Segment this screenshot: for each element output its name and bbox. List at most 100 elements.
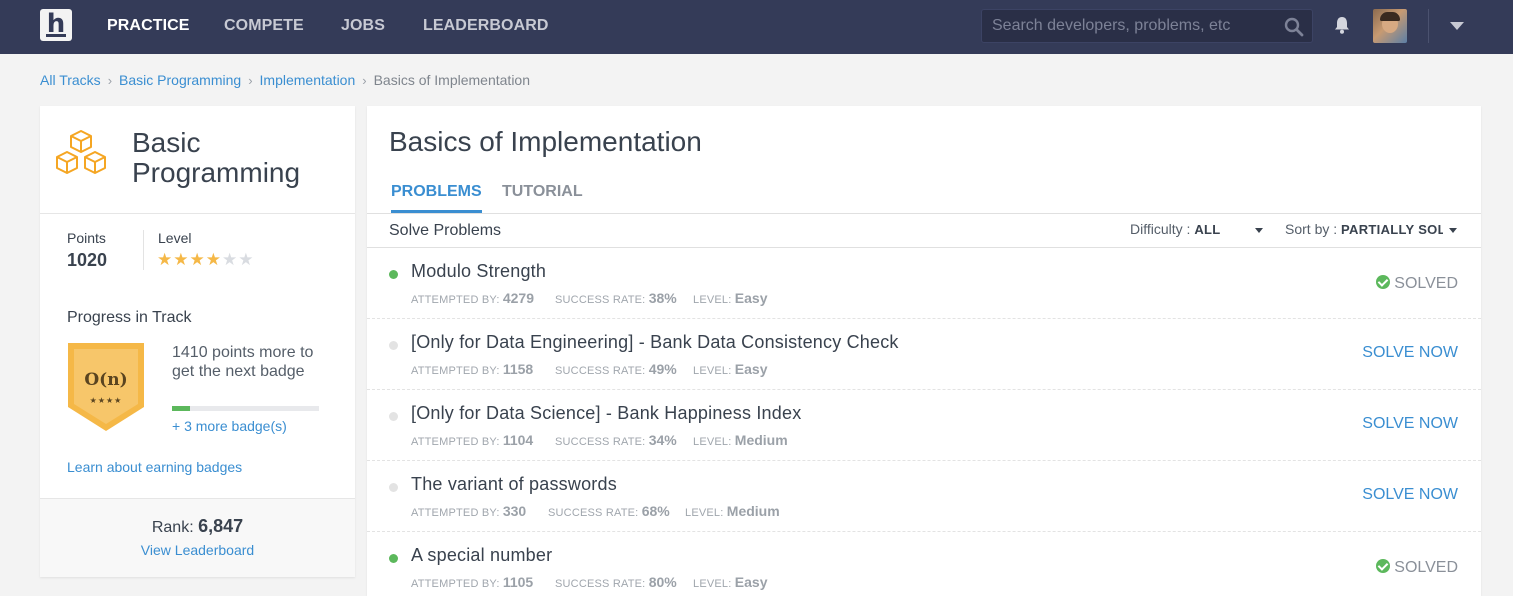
difficulty-level: LEVEL: Easy [693, 361, 767, 377]
star-filled-icon: ★ [205, 250, 222, 269]
difficulty-level-label: LEVEL: [685, 507, 724, 519]
action-label: SOLVED [1394, 559, 1458, 576]
solve-now-button[interactable]: SOLVE NOW [1362, 344, 1458, 362]
breadcrumb-separator: › [248, 73, 253, 88]
problem-name[interactable]: Modulo Strength [411, 261, 546, 282]
success-rate-value: 34% [648, 432, 677, 448]
badge-stars: ★★★★ [90, 396, 123, 405]
success-rate: SUCCESS RATE: 68% [548, 503, 670, 519]
track-card: Basic Programming Points 1020 Level ★★★★… [40, 106, 355, 577]
action-label: SOLVED [1394, 275, 1458, 292]
attempted-by: ATTEMPTED BY: 1105 [411, 574, 533, 590]
hackerearth-logo-icon[interactable]: h [40, 9, 72, 41]
attempted-by-value: 4279 [502, 290, 534, 306]
attempted-by-value: 330 [502, 503, 527, 519]
points-label: Points [67, 230, 106, 246]
attempted-by-label: ATTEMPTED BY: [411, 578, 500, 590]
solved-status: SOLVED [1376, 275, 1458, 293]
avatar[interactable] [1373, 9, 1407, 43]
sort-label: Sort by : [1285, 221, 1338, 237]
badge-icon: O(n) ★★★★ [68, 343, 144, 431]
stat-divider [143, 230, 144, 270]
attempted-by-value: 1104 [502, 432, 534, 448]
difficulty-value: ALL [1194, 222, 1221, 237]
difficulty-level-value: Easy [734, 290, 768, 306]
learn-badges-link[interactable]: Learn about earning badges [67, 459, 242, 475]
search-input[interactable] [992, 10, 1282, 42]
level-stars: ★★★★★★ [157, 250, 255, 270]
search-box [981, 9, 1313, 43]
breadcrumb: All Tracks › Basic Programming › Implementat… [40, 71, 530, 89]
problem-name[interactable]: The variant of passwords [411, 474, 617, 495]
unsolved-status-dot [389, 341, 398, 350]
breadcrumb-implementation[interactable]: Implementation [260, 72, 356, 88]
difficulty-level-label: LEVEL: [693, 365, 732, 377]
success-rate: SUCCESS RATE: 34% [555, 432, 677, 448]
bell-icon[interactable] [1333, 15, 1351, 35]
problem-row[interactable]: [Only for Data Science] - Bank Happiness… [367, 390, 1481, 461]
difficulty-level: LEVEL: Easy [693, 290, 767, 306]
success-rate-value: 38% [648, 290, 677, 306]
solve-problems-label: Solve Problems [389, 222, 502, 239]
sort-chevron-down-icon[interactable] [1449, 228, 1457, 233]
solve-now-button[interactable]: SOLVE NOW [1362, 486, 1458, 504]
nav-divider [1428, 9, 1429, 43]
rank-line: Rank: 6,847 [40, 516, 355, 537]
success-rate-label: SUCCESS RATE: [555, 365, 646, 377]
attempted-by: ATTEMPTED BY: 330 [411, 503, 526, 519]
unsolved-status-dot [389, 412, 398, 421]
difficulty-level-value: Medium [734, 432, 788, 448]
success-rate-label: SUCCESS RATE: [555, 578, 646, 590]
cubes-icon [56, 130, 106, 174]
sort-filter[interactable]: Sort by : PARTIALLY SOLVED [1285, 221, 1443, 237]
nav-practice[interactable]: PRACTICE [107, 0, 190, 54]
sort-value: PARTIALLY SOLVED [1341, 222, 1444, 237]
solve-now-button[interactable]: SOLVE NOW [1362, 415, 1458, 433]
problem-name[interactable]: [Only for Data Science] - Bank Happiness… [411, 403, 801, 424]
difficulty-filter[interactable]: Difficulty : ALL [1130, 221, 1221, 237]
chevron-down-icon[interactable] [1450, 22, 1464, 30]
top-navbar: h PRACTICE COMPETE JOBS LEADERBOARD [0, 0, 1513, 54]
action-label: SOLVE NOW [1362, 486, 1458, 503]
problem-row[interactable]: The variant of passwords ATTEMPTED BY: 33… [367, 461, 1481, 532]
more-badges-link[interactable]: + 3 more badge(s) [172, 418, 287, 434]
difficulty-level: LEVEL: Medium [693, 432, 788, 448]
badge-symbol: O(n) [84, 370, 127, 390]
points-value: 1020 [67, 250, 108, 270]
success-rate: SUCCESS RATE: 80% [555, 574, 677, 590]
problem-name[interactable]: [Only for Data Engineering] - Bank Data … [411, 332, 899, 353]
problems-card: Basics of Implementation PROBLEMS TUTORI… [367, 106, 1481, 596]
attempted-by: ATTEMPTED BY: 1158 [411, 361, 533, 377]
success-rate-value: 68% [641, 503, 670, 519]
breadcrumb-all-tracks[interactable]: All Tracks [40, 72, 101, 88]
rank-label: Rank: [151, 519, 194, 536]
check-circle-icon [1376, 275, 1391, 289]
solved-status: SOLVED [1376, 559, 1458, 577]
action-label: SOLVE NOW [1362, 344, 1458, 361]
tab-tutorial[interactable]: TUTORIAL [502, 183, 583, 213]
page-title: Basics of Implementation [389, 126, 702, 157]
attempted-by-value: 1105 [502, 574, 534, 590]
badge-progress-fill [172, 406, 190, 411]
difficulty-level-value: Easy [734, 574, 768, 590]
problem-row[interactable]: Modulo Strength ATTEMPTED BY: 4279 SUCCESS… [367, 248, 1481, 319]
nav-leaderboard[interactable]: LEADERBOARD [423, 0, 549, 54]
success-rate-label: SUCCESS RATE: [548, 507, 639, 519]
level-label: Level [158, 230, 192, 246]
nav-jobs[interactable]: JOBS [341, 0, 385, 54]
problem-row[interactable]: [Only for Data Engineering] - Bank Data … [367, 319, 1481, 390]
difficulty-label: Difficulty : [1130, 221, 1191, 237]
view-leaderboard-link[interactable]: View Leaderboard [40, 542, 355, 558]
attempted-by: ATTEMPTED BY: 4279 [411, 290, 534, 306]
problem-row[interactable]: A special number ATTEMPTED BY: 1105 SUCCES… [367, 532, 1481, 596]
tab-problems[interactable]: PROBLEMS [391, 183, 482, 213]
action-label: SOLVE NOW [1362, 415, 1458, 432]
check-circle-icon [1376, 559, 1391, 573]
attempted-by-label: ATTEMPTED BY: [411, 436, 500, 448]
search-icon[interactable] [1284, 17, 1304, 37]
nav-compete[interactable]: COMPETE [224, 0, 304, 54]
problem-name[interactable]: A special number [411, 545, 552, 566]
rank-value: 6,847 [198, 516, 244, 536]
difficulty-chevron-down-icon[interactable] [1255, 228, 1263, 233]
breadcrumb-basic-programming[interactable]: Basic Programming [119, 72, 241, 88]
